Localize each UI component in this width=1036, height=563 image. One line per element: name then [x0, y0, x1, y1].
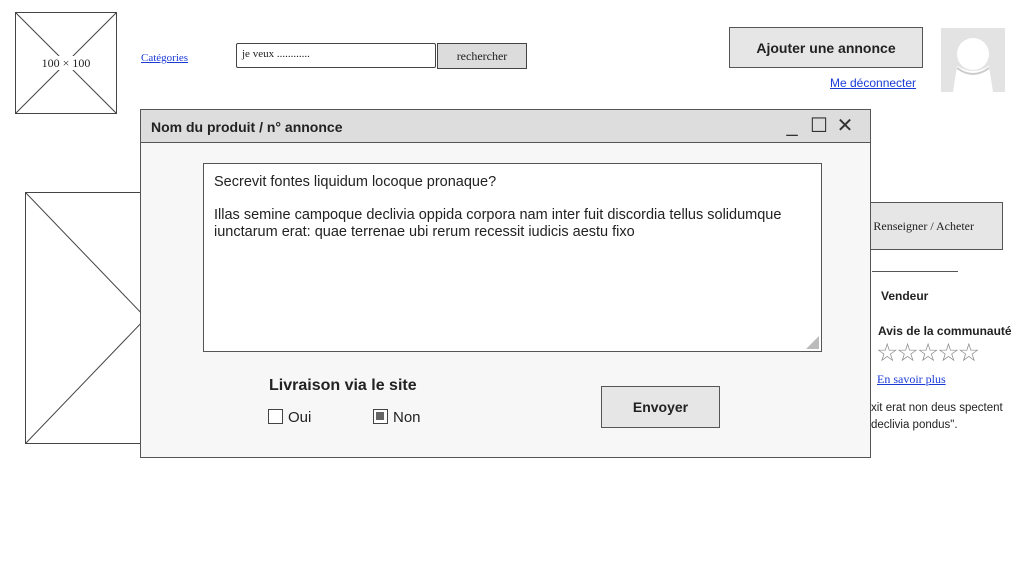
- categories-link[interactable]: Catégories: [141, 52, 188, 64]
- delivery-yes-checkbox[interactable]: [268, 409, 283, 424]
- user-avatar-icon[interactable]: [941, 28, 1005, 92]
- divider: [872, 271, 958, 272]
- message-textarea[interactable]: Secrevit fontes liquidum locoque pronaqu…: [203, 163, 822, 352]
- resize-grip-icon[interactable]: [806, 336, 819, 349]
- close-icon[interactable]: ✕: [835, 115, 855, 137]
- maximize-icon[interactable]: ☐: [809, 115, 829, 137]
- buy-button[interactable]: Renseigner / Acheter: [860, 202, 1003, 250]
- learn-more-link[interactable]: En savoir plus: [877, 372, 946, 387]
- search-input[interactable]: je veux ............: [236, 43, 436, 68]
- add-ad-button[interactable]: Ajouter une annonce: [729, 27, 923, 68]
- send-button[interactable]: Envoyer: [601, 386, 720, 428]
- delivery-yes-label: Oui: [288, 409, 312, 426]
- search-button[interactable]: rechercher: [437, 43, 527, 69]
- contact-dialog: Nom du produit / n° annonce _ ☐ ✕ Secrev…: [140, 109, 871, 458]
- logo-placeholder: 100 × 100: [15, 12, 117, 114]
- minimize-icon[interactable]: _: [782, 115, 802, 137]
- review-quote-line: xit erat non deus spectent: [871, 402, 1003, 414]
- placeholder-cross-icon: [26, 193, 146, 443]
- delivery-no-checkbox[interactable]: [373, 409, 388, 424]
- message-line: Secrevit fontes liquidum locoque pronaqu…: [214, 174, 497, 190]
- product-image-placeholder: [25, 192, 147, 444]
- dialog-title: Nom du produit / n° annonce: [151, 119, 343, 135]
- rating-stars-icon[interactable]: ☆☆☆☆☆: [876, 338, 980, 368]
- reviews-label: Avis de la communauté: [878, 324, 1012, 338]
- logout-link[interactable]: Me déconnecter: [830, 76, 916, 90]
- dialog-titlebar[interactable]: Nom du produit / n° annonce _ ☐ ✕: [141, 110, 870, 143]
- delivery-no-label: Non: [393, 409, 421, 426]
- delivery-title: Livraison via le site: [269, 377, 417, 394]
- review-quote-line: declivia pondus".: [871, 419, 958, 431]
- message-line: Illas semine campoque declivia oppida co…: [214, 207, 782, 240]
- logo-caption: 100 × 100: [39, 56, 93, 70]
- seller-label: Vendeur: [881, 289, 929, 303]
